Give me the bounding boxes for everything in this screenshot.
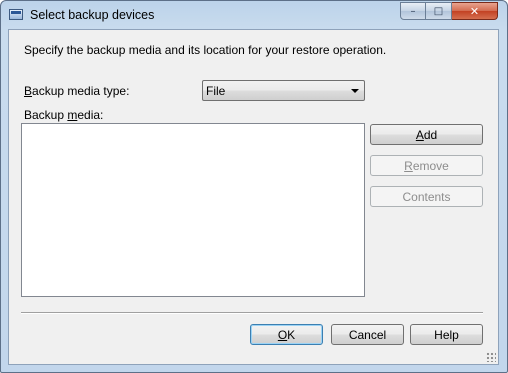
minimize-icon: – bbox=[410, 5, 416, 17]
remove-button[interactable]: Remove bbox=[370, 155, 483, 176]
add-button-mnemonic: A bbox=[415, 127, 424, 142]
dialog-client-area: Specify the backup media and its locatio… bbox=[8, 29, 499, 365]
help-button-label: Help bbox=[434, 327, 459, 342]
remove-button-label: emove bbox=[412, 158, 449, 173]
backup-media-type-mnemonic: B bbox=[24, 84, 33, 98]
backup-media-label-prefix: Backup bbox=[24, 108, 68, 122]
ok-button-label: K bbox=[287, 327, 296, 342]
minimize-button[interactable]: – bbox=[400, 2, 426, 20]
backup-media-label-text: edia: bbox=[77, 108, 104, 122]
backup-media-type-value: File bbox=[206, 84, 226, 98]
window-title: Select backup devices bbox=[30, 8, 155, 22]
caption-buttons: – □ ✕ bbox=[400, 2, 498, 21]
ok-button-mnemonic: O bbox=[277, 327, 288, 342]
cancel-button-label: Cancel bbox=[348, 327, 387, 342]
backup-media-type-label: Backup media type: bbox=[24, 84, 129, 98]
backup-media-type-select[interactable]: File bbox=[202, 80, 365, 101]
contents-button[interactable]: Contents bbox=[370, 186, 483, 207]
dropdown-arrow-icon bbox=[351, 89, 359, 93]
help-button[interactable]: Help bbox=[410, 324, 483, 345]
backup-media-label: Backup media: bbox=[24, 108, 103, 122]
resize-grip-icon[interactable] bbox=[486, 352, 496, 362]
backup-media-mnemonic: m bbox=[67, 108, 78, 122]
window-app-icon bbox=[9, 9, 23, 20]
dialog-window: Select backup devices – □ ✕ Specify the … bbox=[0, 0, 508, 373]
add-button[interactable]: Add bbox=[370, 124, 483, 145]
title-bar[interactable]: Select backup devices – □ ✕ bbox=[1, 1, 507, 29]
maximize-button[interactable]: □ bbox=[426, 2, 452, 20]
cancel-button[interactable]: Cancel bbox=[331, 324, 404, 345]
close-button[interactable]: ✕ bbox=[452, 2, 498, 20]
dialog-description: Specify the backup media and its locatio… bbox=[24, 43, 387, 57]
ok-button[interactable]: OK bbox=[250, 324, 323, 345]
footer-separator bbox=[21, 312, 483, 314]
backup-media-list[interactable] bbox=[21, 123, 365, 297]
remove-button-mnemonic: R bbox=[404, 158, 413, 173]
contents-button-label: Contents bbox=[402, 189, 451, 204]
close-icon: ✕ bbox=[469, 4, 480, 18]
add-button-label: dd bbox=[423, 127, 438, 142]
maximize-icon: □ bbox=[433, 5, 444, 17]
backup-media-type-label-text: ackup media type: bbox=[32, 84, 130, 98]
